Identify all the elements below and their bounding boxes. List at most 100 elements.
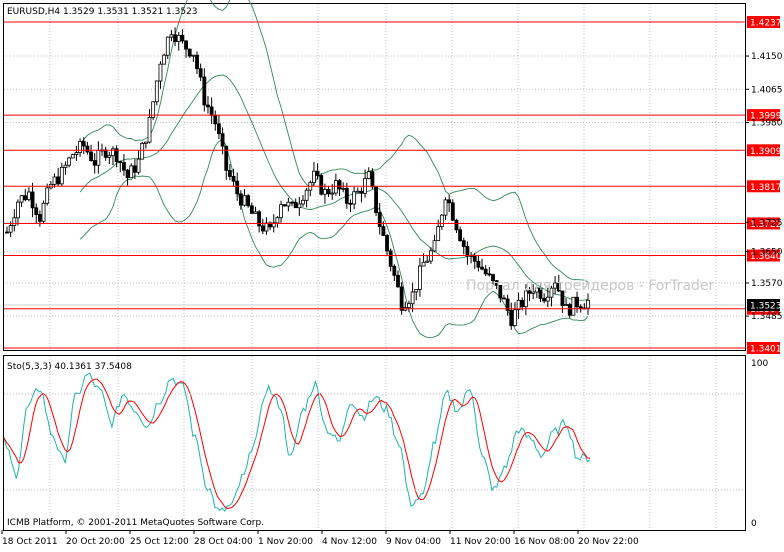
candle-body[interactable]: [5, 231, 9, 234]
candle-body[interactable]: [454, 219, 459, 231]
candle-body[interactable]: [366, 171, 371, 179]
candle-body[interactable]: [158, 63, 163, 82]
candle-body[interactable]: [465, 246, 470, 257]
candle-body[interactable]: [45, 187, 50, 204]
candle-body[interactable]: [542, 298, 547, 302]
candle-body[interactable]: [103, 149, 108, 158]
candle-body[interactable]: [217, 123, 221, 135]
candle-body[interactable]: [301, 199, 305, 205]
candle-body[interactable]: [545, 296, 550, 302]
candle-body[interactable]: [436, 226, 441, 242]
candle-body[interactable]: [122, 162, 126, 171]
candle-body[interactable]: [450, 202, 455, 221]
candle-body[interactable]: [432, 240, 437, 252]
candle-body[interactable]: [344, 187, 349, 204]
candle-body[interactable]: [246, 195, 251, 207]
candle-body[interactable]: [85, 145, 90, 153]
candle-body[interactable]: [279, 204, 283, 219]
candle-body[interactable]: [74, 152, 79, 155]
candle-body[interactable]: [275, 217, 280, 224]
candle-body[interactable]: [16, 201, 20, 219]
candle-body[interactable]: [176, 34, 181, 42]
candle-body[interactable]: [520, 299, 525, 308]
candle-body[interactable]: [333, 180, 338, 194]
candle-body[interactable]: [458, 229, 463, 242]
candle-body[interactable]: [198, 68, 203, 78]
candle-body[interactable]: [414, 289, 419, 293]
candle-body[interactable]: [326, 189, 331, 195]
candle-body[interactable]: [381, 226, 386, 236]
candle-body[interactable]: [312, 170, 316, 184]
candle-body[interactable]: [37, 214, 42, 222]
candle-body[interactable]: [421, 261, 426, 267]
candle-body[interactable]: [224, 145, 229, 171]
candle-body[interactable]: [227, 169, 232, 177]
candle-body[interactable]: [195, 54, 199, 70]
candle-body[interactable]: [52, 176, 57, 185]
candle-body[interactable]: [78, 141, 82, 153]
candle-body[interactable]: [304, 189, 309, 201]
candle-body[interactable]: [165, 36, 170, 56]
candle-body[interactable]: [337, 180, 342, 190]
candle-body[interactable]: [480, 266, 484, 270]
candle-body[interactable]: [407, 303, 411, 309]
candle-body[interactable]: [206, 104, 210, 108]
candle-body[interactable]: [571, 296, 576, 316]
candle-body[interactable]: [242, 195, 247, 206]
candle-body[interactable]: [41, 202, 46, 222]
candle-body[interactable]: [502, 297, 506, 300]
candle-body[interactable]: [385, 235, 389, 252]
candle-body[interactable]: [330, 192, 335, 195]
candle-body[interactable]: [107, 155, 112, 158]
candle-body[interactable]: [290, 201, 294, 204]
candle-body[interactable]: [418, 265, 422, 290]
candle-body[interactable]: [162, 54, 167, 65]
candle-body[interactable]: [209, 106, 214, 116]
candle-body[interactable]: [564, 304, 568, 306]
candle-body[interactable]: [410, 291, 415, 305]
metatrader-chart-window[interactable]: 1.42371.39991.39091.38171.37221.36401.35…: [0, 0, 784, 548]
candle-body[interactable]: [513, 309, 517, 327]
candle-body[interactable]: [249, 205, 254, 214]
candle-body[interactable]: [63, 164, 68, 168]
candle-body[interactable]: [264, 222, 269, 232]
candle-body[interactable]: [578, 306, 583, 309]
candle-body[interactable]: [96, 150, 101, 166]
candle-body[interactable]: [399, 286, 404, 311]
candle-body[interactable]: [396, 274, 400, 288]
candle-body[interactable]: [575, 296, 579, 308]
candle-body[interactable]: [319, 175, 324, 195]
chart-canvas[interactable]: 1.42371.39991.39091.38171.37221.36401.35…: [0, 0, 784, 548]
candle-body[interactable]: [377, 212, 382, 228]
candle-body[interactable]: [147, 116, 152, 143]
candle-body[interactable]: [81, 141, 86, 147]
candle-body[interactable]: [184, 40, 188, 50]
candle-body[interactable]: [286, 201, 291, 207]
candle-body[interactable]: [8, 225, 13, 233]
candle-body[interactable]: [180, 34, 185, 42]
candle-body[interactable]: [487, 273, 492, 276]
candle-body[interactable]: [323, 189, 327, 195]
candle-body[interactable]: [59, 166, 64, 185]
candle-body[interactable]: [341, 187, 346, 190]
candle-body[interactable]: [509, 309, 514, 327]
candle-body[interactable]: [70, 154, 75, 159]
candle-body[interactable]: [315, 170, 320, 176]
candle-body[interactable]: [567, 304, 572, 316]
candle-body[interactable]: [293, 201, 298, 209]
candle-body[interactable]: [348, 202, 353, 205]
candle-body[interactable]: [30, 191, 35, 209]
candle-body[interactable]: [125, 169, 130, 179]
candle-body[interactable]: [27, 191, 31, 201]
candle-body[interactable]: [374, 186, 378, 213]
candle-body[interactable]: [392, 265, 397, 276]
candle-body[interactable]: [132, 165, 137, 173]
candle-body[interactable]: [67, 157, 72, 166]
candle-body[interactable]: [118, 161, 123, 163]
candle-body[interactable]: [34, 207, 39, 215]
candle-body[interactable]: [12, 217, 17, 227]
candle-body[interactable]: [56, 176, 61, 185]
candle-body[interactable]: [202, 76, 207, 106]
candle-body[interactable]: [370, 171, 375, 188]
candle-body[interactable]: [439, 214, 444, 227]
